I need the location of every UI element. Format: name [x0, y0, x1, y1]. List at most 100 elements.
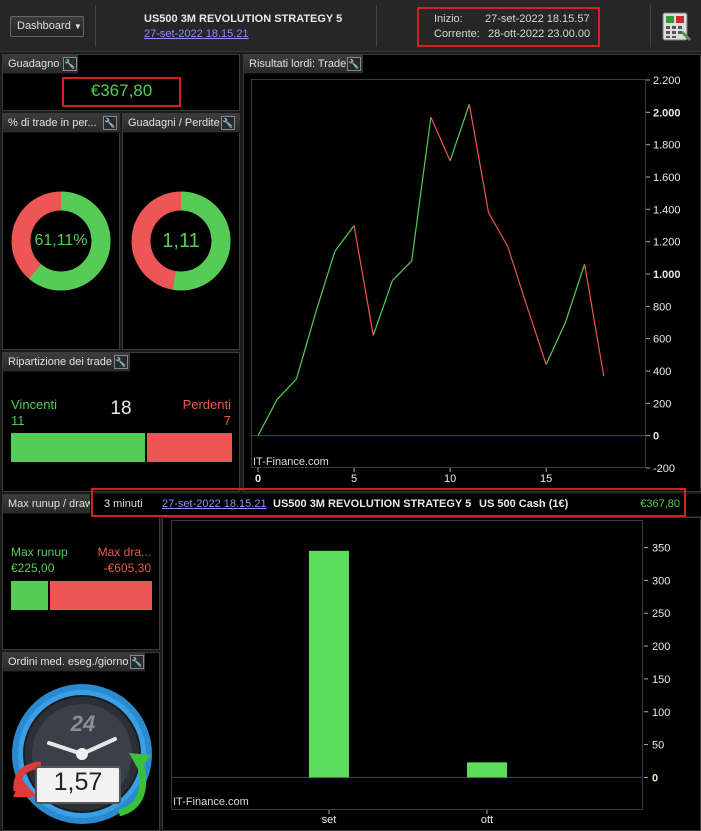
info-strategy: US500 3M REVOLUTION STRATEGY 5: [273, 498, 472, 510]
y-tick-label: 100: [652, 707, 670, 719]
equity-segment-down: [468, 104, 490, 213]
y-tick-label: -200: [653, 463, 675, 475]
y-tick-label: 300: [652, 575, 670, 587]
drawdown-label: Max dra...: [97, 545, 151, 559]
ordini-title-bar: Ordini med. eseg./giorno: [3, 653, 145, 672]
header-separator-3: [650, 5, 651, 47]
info-instrument: US 500 Cash (1€): [479, 498, 569, 510]
runup-label: Max runup: [11, 545, 68, 559]
x-tick-label: 0: [255, 473, 261, 485]
ripartizione-panel: Ripartizione dei trade 🔧 Vincenti 11 18 …: [2, 352, 240, 492]
y-tick-label: 50: [652, 740, 664, 752]
x-tick-label: 15: [540, 473, 552, 485]
y-tick-label: 1.200: [653, 237, 681, 249]
equity-segment-up: [411, 117, 432, 262]
wrench-icon[interactable]: 🔧: [103, 116, 117, 130]
bar-set: [309, 550, 349, 778]
runup-value: €225,00: [11, 561, 55, 575]
guadagni-perdite-title: Guadagni / Perdite: [128, 117, 220, 129]
y-tick-label: 350: [652, 543, 670, 555]
y-tick-label: 250: [652, 608, 670, 620]
guadagni-perdite-value: 1,11: [162, 230, 200, 252]
line-chart: 2.200 2.000 1.800 1.600 1.400 1.200 1.000 800 60…: [251, 75, 681, 485]
y-tick-label: 0: [653, 431, 659, 443]
bar-chart: 350 300 250 200 150 100 50 0 set ott: [172, 543, 670, 826]
x-tick-label: 10: [444, 473, 456, 485]
line-chart-watermark: IT-Finance.com: [253, 456, 329, 468]
y-tick-label: 150: [652, 674, 670, 686]
loss-bar: [147, 433, 232, 462]
y-tick-label: 400: [653, 366, 671, 378]
info-date-link[interactable]: 27-set-2022 18.15.21: [162, 498, 267, 510]
chevron-down-icon: ▼: [73, 22, 82, 31]
equity-segment-up: [334, 225, 355, 252]
info-value: €367,80: [640, 498, 680, 510]
header-separator-2: [376, 5, 377, 47]
x-tick-label: 5: [351, 473, 357, 485]
equity-segment-down: [526, 306, 547, 365]
equity-segment-down: [583, 264, 605, 377]
equity-segment-up: [257, 399, 278, 436]
equity-segment-up: [392, 260, 413, 281]
equity-segment-down: [507, 246, 528, 307]
runup-title: Max runup / draw: [8, 498, 93, 510]
ripartizione-title: Ripartizione dei trade: [8, 356, 112, 368]
pct-trade-panel: % di trade in per... 🔧 61,11%: [2, 113, 120, 350]
corrente-label: Corrente:: [434, 28, 480, 40]
runup-bar: [11, 581, 48, 610]
corrente-value: 28-ott-2022 23.00.00: [488, 28, 591, 40]
equity-segment-up: [295, 312, 317, 380]
wrench-icon[interactable]: 🔧: [114, 355, 128, 369]
y-tick-label: 1.000: [653, 269, 681, 281]
equity-segment-down: [353, 225, 374, 336]
y-tick-label: 1.600: [653, 172, 681, 184]
wrench-icon[interactable]: 🔧: [221, 116, 235, 130]
guadagno-value: €367,80: [90, 81, 153, 100]
ordini-value: 1,57: [53, 768, 103, 796]
x-tick-label: ott: [481, 814, 493, 826]
clock-label: 24: [70, 711, 96, 736]
vincenti-count: 11: [11, 413, 25, 428]
y-tick-label: 200: [653, 398, 671, 410]
y-tick-label: 600: [653, 334, 671, 346]
y-tick-label: 1.400: [653, 204, 681, 216]
y-tick-label: 800: [653, 301, 671, 313]
ripartizione-title-bar: Ripartizione dei trade: [3, 353, 130, 372]
equity-segment-down: [430, 116, 451, 162]
equity-segment-up: [276, 378, 297, 400]
equity-segment-up: [564, 264, 586, 323]
equity-segment-up: [372, 280, 394, 336]
ordini-panel: Ordini med. eseg./giorno 🔧 24 1,57: [2, 652, 160, 831]
strategy-date-link[interactable]: 27-set-2022 18.15.21: [144, 28, 249, 40]
vincenti-label: Vincenti: [11, 397, 58, 412]
pct-trade-value: 61,11%: [34, 232, 88, 249]
equity-segment-up: [315, 251, 336, 313]
info-timeframe: 3 minuti: [104, 498, 143, 510]
guadagni-perdite-panel: Guadagni / Perdite 🔧 1,11: [122, 113, 240, 350]
perdenti-label: Perdenti: [182, 397, 231, 412]
drawdown-value: -€605,30: [103, 561, 151, 575]
total-trades: 18: [110, 398, 132, 419]
equity-segment-up: [545, 322, 566, 365]
drawdown-bar: [50, 581, 152, 610]
y-tick-label: 0: [652, 772, 658, 784]
runup-panel: Max runup / draw Max runup €225,00 Max d…: [2, 494, 160, 650]
bar-ott: [467, 762, 507, 778]
inizio-value: 27-set-2022 18.15.57: [485, 13, 590, 25]
guadagno-title: Guadagno: [8, 58, 60, 70]
wrench-icon[interactable]: 🔧: [130, 655, 144, 669]
y-tick-label: 2.000: [653, 107, 681, 119]
y-tick-label: 1.800: [653, 140, 681, 152]
equity-segment-down: [488, 212, 509, 247]
perdenti-count: 7: [223, 413, 231, 428]
pct-trade-title: % di trade in per...: [8, 117, 97, 129]
x-tick-label: set: [322, 814, 337, 826]
win-bar: [11, 433, 145, 462]
inizio-label: Inizio:: [434, 13, 463, 25]
y-tick-label: 2.200: [653, 75, 681, 87]
strategy-title: US500 3M REVOLUTION STRATEGY 5: [144, 13, 343, 25]
dashboard-button[interactable]: Dashboard ▼: [10, 16, 84, 37]
wrench-icon[interactable]: 🔧: [63, 57, 77, 71]
calculator-icon[interactable]: [662, 12, 692, 42]
clock-gauge-icon: [12, 684, 152, 824]
